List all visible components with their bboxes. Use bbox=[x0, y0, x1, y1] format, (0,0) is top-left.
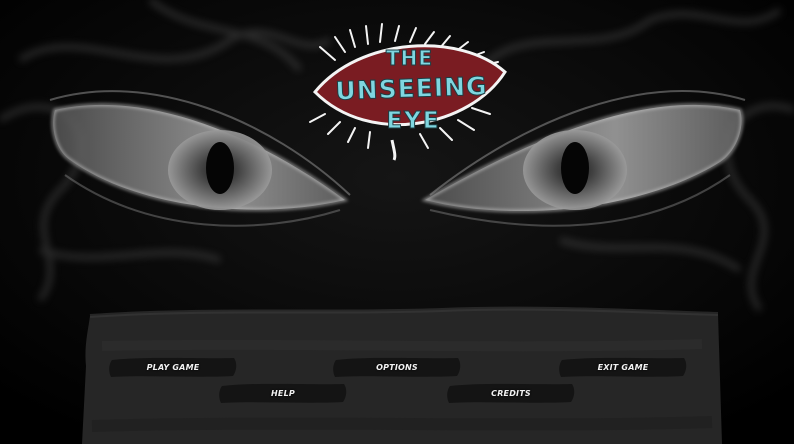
logo-title-the: THE bbox=[385, 46, 434, 71]
help-label: HELP bbox=[271, 388, 295, 398]
exit-game-label: EXIT GAME bbox=[597, 362, 649, 372]
logo-title-eye: EYE bbox=[386, 108, 441, 135]
main-menu-screen: THE UNSEEING EYE PLAY GAME OPTIONS EXIT … bbox=[0, 0, 794, 444]
credits-button[interactable]: CREDITS bbox=[446, 382, 576, 404]
game-logo: THE UNSEEING EYE bbox=[300, 22, 515, 162]
play-game-label: PLAY GAME bbox=[146, 362, 200, 372]
menu-panel: PLAY GAME OPTIONS EXIT GAME HELP CREDITS bbox=[82, 306, 722, 444]
exit-game-button[interactable]: EXIT GAME bbox=[558, 356, 688, 378]
help-button[interactable]: HELP bbox=[218, 382, 348, 404]
options-button[interactable]: OPTIONS bbox=[332, 356, 462, 378]
credits-label: CREDITS bbox=[491, 388, 531, 398]
options-label: OPTIONS bbox=[376, 362, 418, 372]
play-game-button[interactable]: PLAY GAME bbox=[108, 356, 238, 378]
